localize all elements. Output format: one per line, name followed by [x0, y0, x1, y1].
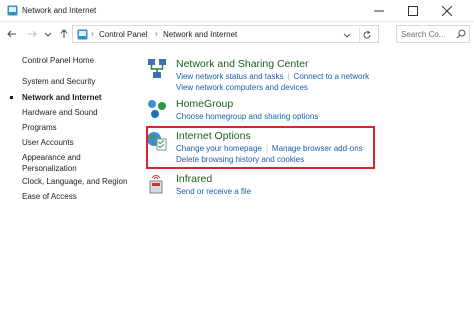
active-indicator: [10, 96, 13, 99]
minimize-icon: [374, 10, 384, 12]
sidebar-item-programs[interactable]: Programs: [22, 123, 57, 133]
maximize-icon: [408, 6, 418, 16]
link-row: Send or receive a file: [176, 187, 251, 196]
sidebar-item-clock-language-region[interactable]: Clock, Language, and Region: [22, 177, 127, 187]
recent-locations-button[interactable]: [44, 28, 52, 40]
breadcrumb-separator: ›: [91, 29, 94, 38]
sidebar-item-network-and-internet[interactable]: Network and Internet: [22, 93, 102, 103]
window-title: Network and Internet: [22, 6, 97, 15]
arrow-right-icon: [28, 30, 37, 38]
link-row: Choose homegroup and sharing options: [176, 112, 318, 121]
sidebar-item-user-accounts[interactable]: User Accounts: [22, 138, 74, 148]
search-box[interactable]: [396, 25, 470, 43]
link-send-receive-file[interactable]: Send or receive a file: [176, 187, 251, 196]
address-dropdown-button[interactable]: [341, 29, 353, 41]
back-button[interactable]: [6, 28, 18, 40]
sidebar-item-ease-of-access[interactable]: Ease of Access: [22, 192, 77, 202]
breadcrumb-network-and-internet[interactable]: Network and Internet: [163, 30, 237, 39]
maximize-button[interactable]: [396, 0, 430, 22]
sidebar-item-personalization[interactable]: Personalization: [22, 164, 77, 174]
control-panel-icon: [7, 5, 18, 16]
refresh-icon: [363, 30, 370, 39]
refresh-button[interactable]: [359, 28, 373, 42]
arrow-left-icon: [7, 30, 16, 38]
infrared-icon: [149, 175, 163, 194]
close-button[interactable]: [430, 0, 464, 22]
search-icon: [456, 29, 466, 39]
network-sharing-icon: [148, 59, 166, 78]
sidebar-item-system-and-security[interactable]: System and Security: [22, 77, 95, 87]
link-row: View network computers and devices: [176, 83, 308, 92]
category-heading[interactable]: HomeGroup: [176, 98, 233, 110]
link-row: View network status and tasks | Connect to…: [176, 72, 369, 81]
search-input[interactable]: [401, 28, 453, 40]
link-separator: |: [287, 72, 290, 81]
sidebar-item-control-panel-home[interactable]: Control Panel Home: [22, 56, 94, 66]
up-button[interactable]: [58, 28, 70, 40]
main-content: Network and Sharing Center View network …: [140, 46, 474, 336]
forward-button[interactable]: [26, 28, 38, 40]
link-homegroup-sharing-options[interactable]: Choose homegroup and sharing options: [176, 112, 318, 121]
minimize-button[interactable]: [362, 0, 396, 22]
sidebar: Control Panel Home System and Security N…: [0, 46, 140, 336]
sidebar-item-hardware-and-sound[interactable]: Hardware and Sound: [22, 108, 98, 118]
sidebar-item-appearance[interactable]: Appearance and: [22, 153, 81, 163]
arrow-up-icon: [60, 29, 68, 38]
breadcrumb-separator: ›: [155, 29, 158, 38]
address-field[interactable]: › Control Panel › Network and Internet: [72, 25, 379, 43]
address-bar: › Control Panel › Network and Internet: [0, 22, 474, 46]
chevron-down-icon: [44, 32, 52, 37]
close-icon: [442, 6, 452, 16]
control-panel-icon: [77, 29, 88, 40]
link-connect-to-network[interactable]: Connect to a network: [294, 72, 370, 81]
highlight-box: [146, 126, 375, 169]
breadcrumb-control-panel[interactable]: Control Panel: [99, 30, 147, 39]
chevron-down-icon: [343, 33, 351, 38]
title-bar: Network and Internet: [0, 0, 474, 22]
link-view-network-computers[interactable]: View network computers and devices: [176, 83, 308, 92]
homegroup-icon: [148, 100, 166, 118]
link-view-network-status[interactable]: View network status and tasks: [176, 72, 283, 81]
category-heading[interactable]: Network and Sharing Center: [176, 58, 309, 70]
category-heading[interactable]: Infrared: [176, 173, 212, 185]
